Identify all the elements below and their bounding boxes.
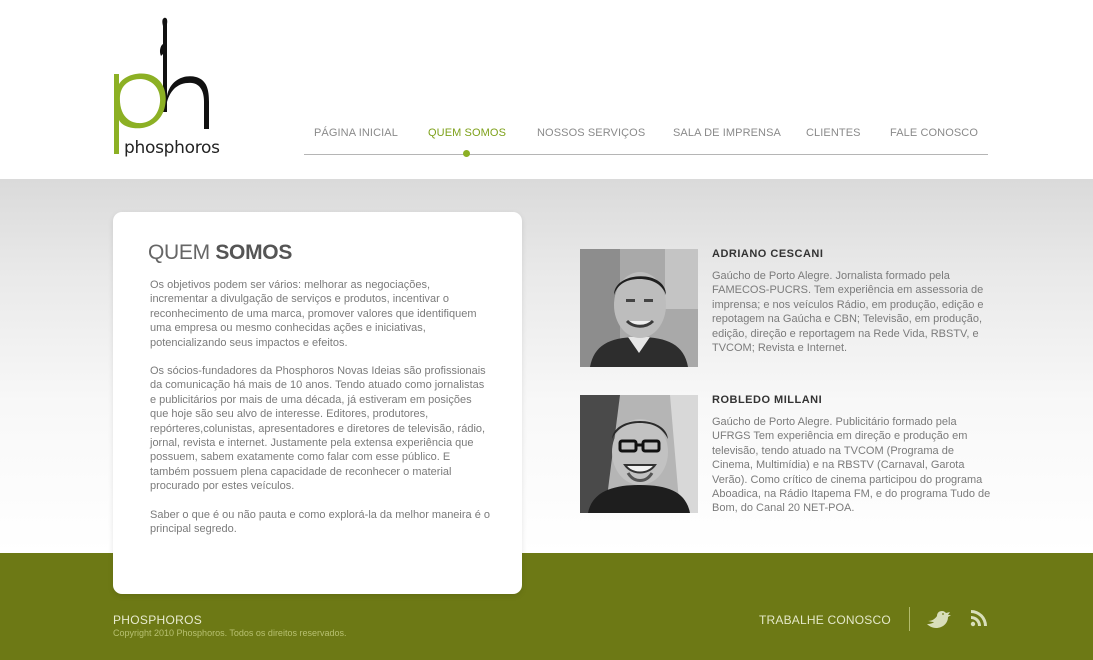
footer-copyright: Copyright 2010 Phosphoros. Todos os dire… <box>113 628 347 638</box>
about-paragraph: Os objetivos podem ser vários: melhorar … <box>150 279 477 349</box>
trabalhe-conosco-link[interactable]: TRABALHE CONOSCO <box>759 613 891 627</box>
person-bio: Gaúcho de Porto Alegre. Jornalista forma… <box>712 270 984 355</box>
footer-divider <box>909 607 910 631</box>
title-bold: SOMOS <box>215 241 293 264</box>
person-photo <box>580 395 698 513</box>
nav-sala-de-imprensa[interactable]: SALA DE IMPRENSA <box>673 127 781 139</box>
person-bio: Gaúcho de Porto Alegre. Publicitário for… <box>712 416 991 515</box>
rss-icon[interactable] <box>970 609 992 629</box>
title-light: QUEM <box>148 241 216 264</box>
footer-brand: PHOSPHOROS <box>113 613 203 627</box>
about-paragraph: Os sócios-fundadores da Phosphoros Novas… <box>150 365 486 493</box>
nav-clientes[interactable]: CLIENTES <box>806 127 861 139</box>
logo-wordmark: phosphoros <box>124 138 220 158</box>
nav-nossos-servicos[interactable]: NOSSOS SERVIÇOS <box>537 127 645 139</box>
phosphoros-logo[interactable]: phosphoros <box>110 16 220 161</box>
nav-quem-somos[interactable]: QUEM SOMOS <box>428 127 506 139</box>
person-name: ADRIANO CESCANI <box>712 248 824 260</box>
about-text: Os objetivos podem ser vários: melhorar … <box>150 278 490 551</box>
nav-fale-conosco[interactable]: FALE CONOSCO <box>890 127 978 139</box>
about-paragraph: Saber o que é ou não pauta e como explor… <box>150 508 490 536</box>
header: phosphoros PÁGINA INICIAL QUEM SOMOS NOS… <box>0 0 1093 179</box>
about-card: QUEM SOMOS Os objetivos podem ser vários… <box>113 212 522 594</box>
person-photo <box>580 249 698 367</box>
twitter-bird-icon[interactable] <box>926 609 951 629</box>
nav-pagina-inicial[interactable]: PÁGINA INICIAL <box>314 127 398 139</box>
person-name: ROBLEDO MILLANI <box>712 394 823 406</box>
main-nav: PÁGINA INICIAL QUEM SOMOS NOSSOS SERVIÇO… <box>304 127 988 157</box>
active-nav-indicator <box>463 150 470 157</box>
page-title: QUEM SOMOS <box>148 241 292 265</box>
